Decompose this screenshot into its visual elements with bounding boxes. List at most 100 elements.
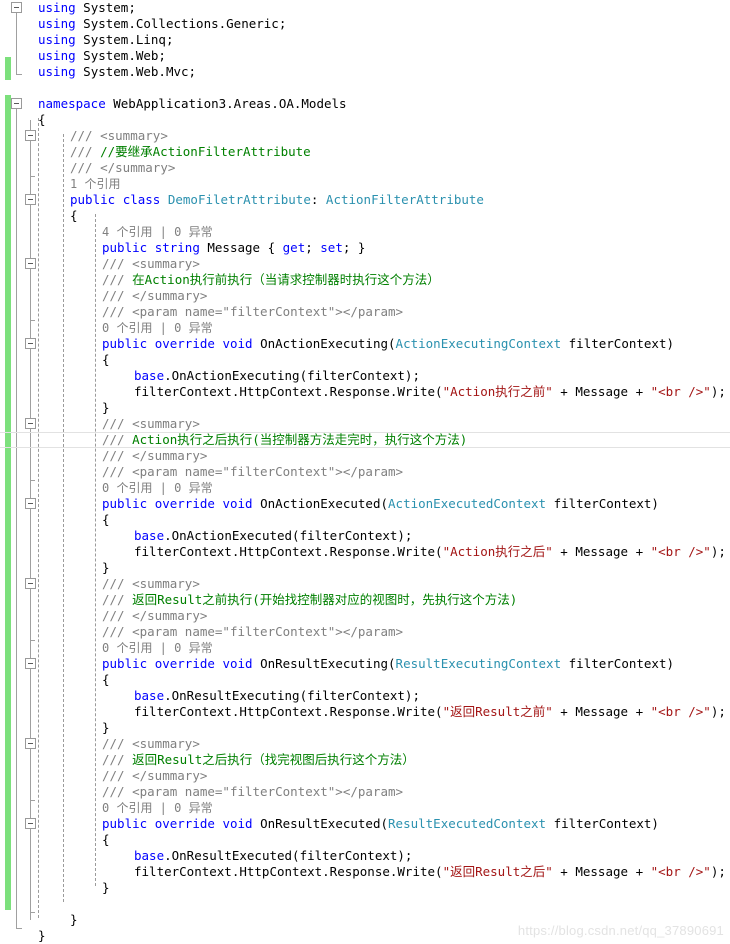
token-pln: OnResultExecuting( bbox=[252, 656, 396, 671]
code-line: } bbox=[0, 400, 730, 416]
token-doc: </summary> bbox=[132, 448, 208, 463]
token-pln: } bbox=[70, 912, 78, 927]
token-doc: /// bbox=[102, 752, 133, 767]
token-typ: ResultExecutedContext bbox=[388, 816, 547, 831]
token-doc: /// bbox=[102, 464, 133, 479]
token-pln bbox=[147, 816, 155, 831]
token-typ: ActionFilterAttribute bbox=[325, 192, 484, 207]
token-str: "<br />" bbox=[650, 384, 711, 399]
code-line: filterContext.HttpContext.Response.Write… bbox=[0, 864, 730, 880]
token-doc: <param name="filterContext"></param> bbox=[132, 784, 404, 799]
token-doc: /// bbox=[102, 448, 133, 463]
code-line: } bbox=[0, 720, 730, 736]
token-docc: //要继承ActionFilterAttribute bbox=[100, 144, 311, 159]
token-doc: </summary> bbox=[132, 768, 208, 783]
token-pln: + Message + bbox=[552, 704, 651, 719]
token-doc: /// bbox=[70, 160, 101, 175]
token-pln: .OnResultExecuted(filterContext); bbox=[164, 848, 413, 863]
token-pln: filterContext) bbox=[546, 496, 659, 511]
token-pln: OnActionExecuted( bbox=[252, 496, 389, 511]
code-line: /// <summary> bbox=[0, 576, 730, 592]
code-line: filterContext.HttpContext.Response.Write… bbox=[0, 384, 730, 400]
code-line: { bbox=[0, 112, 730, 128]
token-doc: /// bbox=[102, 416, 133, 431]
token-pln: { bbox=[70, 208, 78, 223]
token-pln bbox=[147, 240, 155, 255]
code-line: public override void OnResultExecuting(R… bbox=[0, 656, 730, 672]
watermark: https://blog.csdn.net/qq_37890691 bbox=[517, 923, 724, 938]
token-pln: filterContext.HttpContext.Response.Write… bbox=[134, 544, 443, 559]
code-line: /// 在Action执行前执行（当请求控制器时执行这个方法） bbox=[0, 272, 730, 288]
token-kw: set bbox=[320, 240, 343, 255]
code-line: base.OnResultExecuted(filterContext); bbox=[0, 848, 730, 864]
token-docc: 返回Result之后执行（找完视图后执行这个方法） bbox=[132, 752, 415, 767]
code-line: using System.Web; bbox=[0, 48, 730, 64]
token-kw: public bbox=[102, 496, 148, 511]
code-line: /// <summary> bbox=[0, 736, 730, 752]
token-kw: class bbox=[122, 192, 161, 207]
token-pln: { bbox=[102, 512, 110, 527]
codelens-row[interactable]: 4 个引用 | 0 异常 bbox=[0, 224, 730, 240]
token-kw: void bbox=[222, 496, 253, 511]
codelens-row[interactable]: 0 个引用 | 0 异常 bbox=[0, 320, 730, 336]
token-pln: filterContext) bbox=[546, 816, 659, 831]
code-line: /// <param name="filterContext"></param> bbox=[0, 784, 730, 800]
token-docc: 返回Result之前执行(开始找控制器对应的视图时，先执行这个方法) bbox=[132, 592, 518, 607]
token-kw: base bbox=[134, 528, 165, 543]
token-str: "返回Result之后" bbox=[442, 864, 553, 879]
token-kw: override bbox=[154, 336, 215, 351]
token-typ: DemoFiletrAttribute bbox=[167, 192, 311, 207]
code-line: { bbox=[0, 512, 730, 528]
code-line: using System.Collections.Generic; bbox=[0, 16, 730, 32]
code-line: { bbox=[0, 832, 730, 848]
token-kw: override bbox=[154, 656, 215, 671]
token-pln: + Message + bbox=[552, 384, 651, 399]
token-kw: override bbox=[154, 496, 215, 511]
token-pln: { bbox=[102, 832, 110, 847]
codelens-row[interactable]: 0 个引用 | 0 异常 bbox=[0, 640, 730, 656]
token-pln: : bbox=[310, 192, 326, 207]
token-pln: } bbox=[38, 928, 46, 943]
codelens-row[interactable]: 0 个引用 | 0 异常 bbox=[0, 800, 730, 816]
token-pln: + Message + bbox=[552, 864, 651, 879]
token-pln: OnResultExecuted( bbox=[252, 816, 389, 831]
code-line: /// 返回Result之后执行（找完视图后执行这个方法） bbox=[0, 752, 730, 768]
code-line: using System.Web.Mvc; bbox=[0, 64, 730, 80]
token-pln: System.Collections.Generic; bbox=[75, 16, 287, 31]
token-str: "Action执行之后" bbox=[442, 544, 553, 559]
token-pln: { bbox=[102, 352, 110, 367]
token-docc: 在Action执行前执行（当请求控制器时执行这个方法） bbox=[132, 272, 440, 287]
code-line: /// <param name="filterContext"></param> bbox=[0, 464, 730, 480]
token-kw: public bbox=[102, 656, 148, 671]
codelens-row[interactable]: 1 个引用 bbox=[0, 176, 730, 192]
token-kw: public bbox=[102, 816, 148, 831]
token-kw: using bbox=[38, 32, 76, 47]
token-pln: .OnActionExecuted(filterContext); bbox=[164, 528, 413, 543]
token-doc: /// bbox=[102, 624, 133, 639]
token-docc: Action执行之后执行(当控制器方法走完时，执行这个方法) bbox=[132, 432, 468, 447]
token-doc: /// bbox=[102, 608, 133, 623]
token-doc: /// bbox=[102, 432, 133, 447]
token-lens: 0 个引用 | 0 异常 bbox=[102, 321, 213, 335]
token-pln bbox=[147, 336, 155, 351]
token-pln: ; bbox=[305, 240, 321, 255]
token-lens: 1 个引用 bbox=[70, 177, 121, 191]
code-line: filterContext.HttpContext.Response.Write… bbox=[0, 704, 730, 720]
code-line: } bbox=[0, 560, 730, 576]
token-pln: } bbox=[102, 880, 110, 895]
code-line: /// <param name="filterContext"></param> bbox=[0, 624, 730, 640]
code-line: base.OnActionExecuting(filterContext); bbox=[0, 368, 730, 384]
token-kw: void bbox=[222, 656, 253, 671]
code-line: public string Message { get; set; } bbox=[0, 240, 730, 256]
codelens-row[interactable]: 0 个引用 | 0 异常 bbox=[0, 480, 730, 496]
token-pln: { bbox=[102, 672, 110, 687]
token-pln: filterContext.HttpContext.Response.Write… bbox=[134, 704, 443, 719]
token-pln: ); bbox=[710, 384, 726, 399]
code-line: /// 返回Result之前执行(开始找控制器对应的视图时，先执行这个方法) bbox=[0, 592, 730, 608]
token-doc: /// bbox=[70, 128, 101, 143]
code-editor[interactable]: using System; using System.Collections.Ge… bbox=[0, 0, 730, 944]
token-pln: ); bbox=[710, 864, 726, 879]
token-doc: <summary> bbox=[100, 128, 168, 143]
token-doc: </summary> bbox=[132, 288, 208, 303]
code-line: { bbox=[0, 352, 730, 368]
